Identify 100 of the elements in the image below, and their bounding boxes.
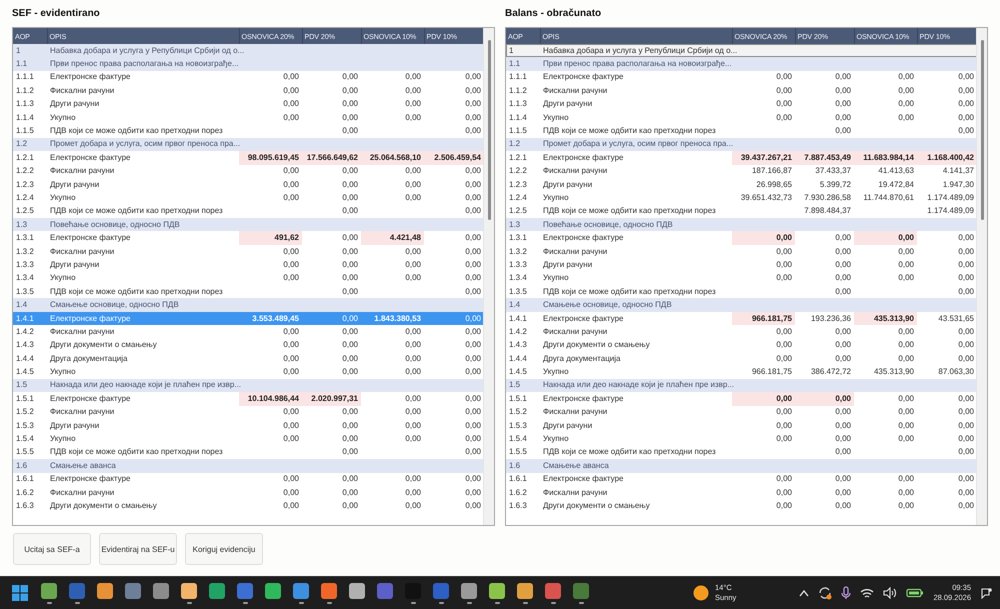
table-row[interactable]: 1.3.3 Други рачуни 0,00 0,00 0,00 0,00 — [13, 258, 484, 272]
table-row[interactable]: 1.5.1 Електронске фактуре 10.104.986,44 2.020.997,31 0,00 0,00 — [13, 392, 484, 406]
table-row[interactable]: 1.5.4 Укупно 0,00 0,00 0,00 0,00 — [506, 432, 976, 446]
table-row[interactable]: 1.5.3 Други рачуни 0,00 0,00 0,00 0,00 — [13, 418, 484, 432]
table-row[interactable]: 1.5 Накнада или део накнаде који је плаћен пре извр... — [506, 378, 976, 392]
table-row[interactable]: 1.2.1 Електронске фактуре 39.437.267,21 7.887.453,49 11.683.984,14 1.168.400,42 — [506, 151, 976, 165]
app-icon[interactable] — [209, 583, 225, 599]
table-row[interactable]: 1.5.5 ПДВ који се може одбити као претходни порез 0,00 0,00 — [506, 446, 976, 460]
table-row[interactable]: 1.4.2 Фискални рачуни 0,00 0,00 0,00 0,00 — [13, 325, 484, 339]
taskbar-button[interactable] — [433, 582, 449, 604]
table-row[interactable]: 1.6.1 Електронске фактуре 0,00 0,00 0,00 0,00 — [506, 472, 976, 486]
taskbar-button[interactable] — [181, 582, 197, 604]
scrollbar[interactable] — [483, 28, 494, 525]
taskbar-button[interactable] — [517, 582, 533, 604]
table-row[interactable]: 1.2.1 Електронске фактуре 98.095.619,45 17.566.649,62 25.064.568,10 2.506.459,54 — [13, 151, 484, 165]
table-row[interactable]: 1.4.5 Укупно 0,00 0,00 0,00 0,00 — [13, 365, 484, 379]
sync-icon[interactable] — [818, 586, 832, 600]
table-row[interactable]: 1.4.3 Други документи о смањењу 0,00 0,00 0,00 0,00 — [506, 338, 976, 352]
table-row[interactable]: 1.2.2 Фискални рачуни 0,00 0,00 0,00 0,00 — [13, 164, 484, 178]
table-row[interactable]: 1.6 Смањење аванса — [506, 459, 976, 472]
table-row[interactable]: 1.6.1 Електронске фактуре 0,00 0,00 0,00 0,00 — [13, 472, 484, 486]
taskbar-button[interactable] — [69, 582, 85, 604]
table-row[interactable]: 1.3 Повећање основице, односно ПДВ — [506, 218, 976, 232]
taskbar-button[interactable] — [41, 582, 57, 604]
app-icon[interactable] — [545, 583, 561, 599]
speaker-icon[interactable] — [883, 587, 898, 599]
table-row[interactable]: 1.4 Смањење основице, односно ПДВ — [506, 298, 976, 312]
table-row[interactable]: 1.1.5 ПДВ који се може одбити као претходни порез 0,00 0,00 — [13, 124, 484, 138]
table-row[interactable]: 1.3.4 Укупно 0,00 0,00 0,00 0,00 — [506, 272, 976, 286]
table-row[interactable]: 1.2.3 Други рачуни 0,00 0,00 0,00 0,00 — [13, 178, 484, 192]
table-row[interactable]: 1.1.4 Укупно 0,00 0,00 0,00 0,00 — [13, 110, 484, 124]
app-icon[interactable] — [41, 583, 57, 599]
table-row[interactable]: 1.2 Промет добара и услуга, осим првог преноса пра... — [506, 138, 976, 152]
table-row[interactable]: 1.3.1 Електронске фактуре 0,00 0,00 0,00 0,00 — [506, 231, 976, 245]
table-row[interactable]: 1.4.4 Друга документација 0,00 0,00 0,00 0,00 — [13, 352, 484, 366]
notification-icon[interactable] — [980, 587, 992, 599]
table-row[interactable]: 1.5.2 Фискални рачуни 0,00 0,00 0,00 0,00 — [13, 406, 484, 419]
table-row[interactable]: 1.1.5 ПДВ који се може одбити као претходни порез 0,00 0,00 — [506, 124, 976, 138]
sun-icon[interactable] — [693, 585, 709, 601]
scrollbar[interactable] — [976, 28, 987, 525]
table-row[interactable]: 1.4.5 Укупно 966.181,75 386.472,72 435.313,90 87.063,30 — [506, 365, 976, 379]
table-row[interactable]: 1.1.1 Електронске фактуре 0,00 0,00 0,00 0,00 — [13, 70, 484, 84]
table-row[interactable]: 1.1.3 Други рачуни 0,00 0,00 0,00 0,00 — [506, 98, 976, 111]
table-row[interactable]: 1.2.5 ПДВ који се може одбити као претходни порез 0,00 0,00 — [13, 204, 484, 218]
app-icon[interactable] — [293, 583, 309, 599]
table-row[interactable]: 1.1.4 Укупно 0,00 0,00 0,00 0,00 — [506, 110, 976, 124]
table-row[interactable]: 1.3.4 Укупно 0,00 0,00 0,00 0,00 — [13, 272, 484, 286]
microphone-icon[interactable] — [841, 586, 852, 600]
battery-icon[interactable] — [906, 588, 924, 598]
taskbar-button[interactable] — [461, 582, 477, 604]
table-row[interactable]: 1.6.2 Фискални рачуни 0,00 0,00 0,00 0,00 — [506, 486, 976, 500]
table-row[interactable]: 1.6.3 Други документи о смањењу 0,00 0,00 0,00 0,00 — [13, 499, 484, 513]
app-icon[interactable] — [125, 583, 141, 599]
app-icon[interactable] — [349, 583, 365, 599]
table-row[interactable]: 1.4 Смањење основице, односно ПДВ — [13, 298, 484, 312]
taskbar-button[interactable] — [573, 582, 589, 604]
table-row[interactable]: 1.4.2 Фискални рачуни 0,00 0,00 0,00 0,00 — [506, 325, 976, 339]
app-icon[interactable] — [573, 583, 589, 599]
app-icon[interactable] — [517, 583, 533, 599]
table-row[interactable]: 1.4.1 Електронске фактуре 966.181,75 193.236,36 435.313,90 43.531,65 — [506, 312, 976, 326]
table-row[interactable]: 1.6.2 Фискални рачуни 0,00 0,00 0,00 0,00 — [13, 486, 484, 500]
wifi-icon[interactable] — [860, 587, 874, 599]
start-icon[interactable] — [11, 584, 29, 602]
taskbar-button[interactable] — [489, 582, 505, 604]
app-icon[interactable] — [265, 583, 281, 599]
taskbar-button[interactable] — [237, 582, 253, 604]
app-icon[interactable] — [237, 583, 253, 599]
app-icon[interactable] — [461, 583, 477, 599]
app-icon[interactable] — [321, 583, 337, 599]
chevron-up-icon[interactable] — [799, 589, 810, 597]
table-row[interactable]: 1 Набавка добара и услуга у Републици Србији од о... — [13, 44, 484, 58]
table-row[interactable]: 1.3.2 Фискални рачуни 0,00 0,00 0,00 0,00 — [13, 244, 484, 258]
taskbar-button[interactable] — [545, 582, 561, 604]
table-row[interactable]: 1.3.5 ПДВ који се може одбити као претходни порез 0,00 0,00 — [506, 285, 976, 298]
table-row[interactable]: 1.5.4 Укупно 0,00 0,00 0,00 0,00 — [13, 432, 484, 446]
table-row[interactable]: 1 Набавка добара и услуга у Републици Србији од о... — [506, 44, 976, 58]
table-row[interactable]: 1.2.3 Други рачуни 26.998,65 5.399,72 19.472,84 1.947,30 — [506, 178, 976, 192]
table-row[interactable]: 1.1.3 Други рачуни 0,00 0,00 0,00 0,00 — [13, 98, 484, 111]
table-row[interactable]: 1.1 Први пренос права располагања на новоизграђе... — [13, 57, 484, 71]
app-icon[interactable] — [97, 583, 113, 599]
taskbar-button[interactable] — [405, 582, 421, 604]
table-row[interactable]: 1.2.2 Фискални рачуни 187.166,87 37.433,37 41.413,63 4.141,37 — [506, 164, 976, 178]
table-row[interactable]: 1.3 Повећање основице, односно ПДВ — [13, 218, 484, 232]
table-row[interactable]: 1.1.1 Електронске фактуре 0,00 0,00 0,00 0,00 — [506, 70, 976, 84]
table-row[interactable]: 1.2.5 ПДВ који се може одбити као претходни порез 7.898.484,37 1.174.489,09 — [506, 204, 976, 218]
taskbar-button[interactable] — [321, 582, 337, 604]
table-row[interactable]: 1.5.3 Други рачуни 0,00 0,00 0,00 0,00 — [506, 418, 976, 432]
taskbar-button[interactable] — [293, 582, 309, 604]
table-row[interactable]: 1.3.5 ПДВ који се може одбити као претходни порез 0,00 0,00 — [13, 285, 484, 298]
table-row[interactable]: 1.6 Смањење аванса — [13, 459, 484, 472]
scrollbar-thumb[interactable] — [488, 40, 492, 220]
table-row[interactable]: 1.5 Накнада или део накнаде који је плаћен пре извр... — [13, 378, 484, 392]
table-row[interactable]: 1.5.2 Фискални рачуни 0,00 0,00 0,00 0,00 — [506, 406, 976, 419]
action-button[interactable]: Ucitaj sa SEF-a — [13, 533, 91, 565]
table-row[interactable]: 1.2.4 Укупно 0,00 0,00 0,00 0,00 — [13, 191, 484, 205]
table-row[interactable]: 1.4.4 Друга документација 0,00 0,00 0,00 0,00 — [506, 352, 976, 366]
table-row[interactable]: 1.3.1 Електронске фактуре 491,62 0,00 4.421,48 0,00 — [13, 231, 484, 245]
table-row[interactable]: 1.1.2 Фискални рачуни 0,00 0,00 0,00 0,00 — [506, 84, 976, 98]
table-row[interactable]: 1.1.2 Фискални рачуни 0,00 0,00 0,00 0,00 — [13, 84, 484, 98]
app-icon[interactable] — [181, 583, 197, 599]
